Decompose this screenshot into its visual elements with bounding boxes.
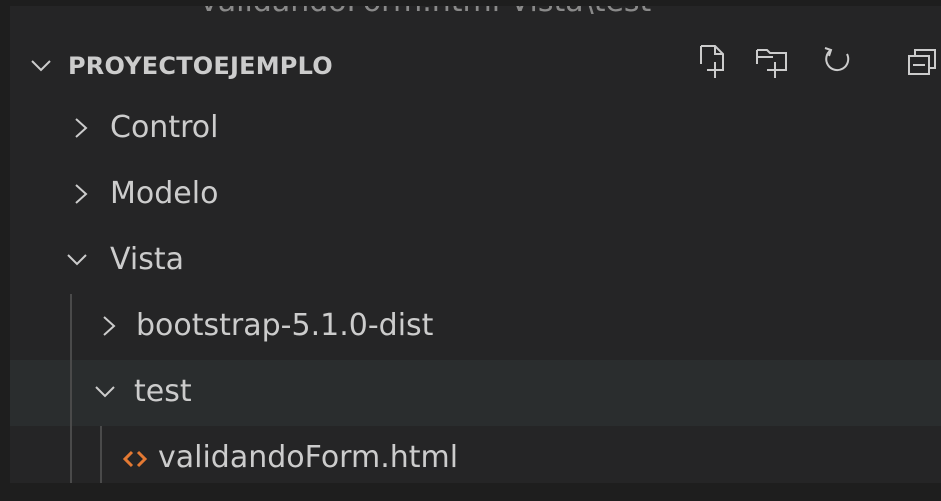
tree-item-modelo[interactable]: Modelo [10, 162, 941, 228]
tree-item-test[interactable]: test [10, 360, 941, 426]
new-file-icon[interactable] [693, 42, 731, 82]
section-title: PROYECTOEJEMPLO [68, 52, 333, 80]
tree-item-label: validandoForm.html [158, 440, 459, 475]
explorer-panel: validandoForm.html Vista\test PROYECTOEJ… [10, 6, 941, 491]
tree-item-label: Control [110, 110, 219, 145]
tree-item-bootstrap[interactable]: bootstrap-5.1.0-dist [10, 294, 941, 360]
explorer-section-header[interactable]: PROYECTOEJEMPLO [10, 42, 941, 94]
html-file-icon [122, 450, 148, 468]
chevron-right-icon [75, 118, 88, 138]
chevron-right-icon [75, 184, 88, 204]
open-editor-peek: validandoForm.html Vista\test [10, 6, 941, 16]
tree-item-vista[interactable]: Vista [10, 228, 941, 294]
tree-item-label: test [134, 374, 192, 409]
refresh-icon[interactable] [819, 42, 857, 82]
open-editor-peek-text: validandoForm.html Vista\test [200, 6, 651, 16]
tree-item-label: Modelo [110, 176, 219, 211]
tree-item-label: Vista [110, 242, 184, 277]
chevron-down-icon [67, 254, 87, 266]
chevron-down-icon [95, 386, 115, 398]
chevron-right-icon [103, 316, 116, 336]
new-folder-icon[interactable] [753, 42, 791, 82]
chevron-down-icon [31, 60, 51, 72]
collapse-all-icon[interactable] [903, 42, 941, 82]
panel-bottom-edge [10, 483, 941, 491]
tree-item-validandoform[interactable]: validandoForm.html [10, 426, 941, 491]
tree-item-label: bootstrap-5.1.0-dist [136, 308, 434, 343]
tree-item-control[interactable]: Control [10, 96, 941, 162]
